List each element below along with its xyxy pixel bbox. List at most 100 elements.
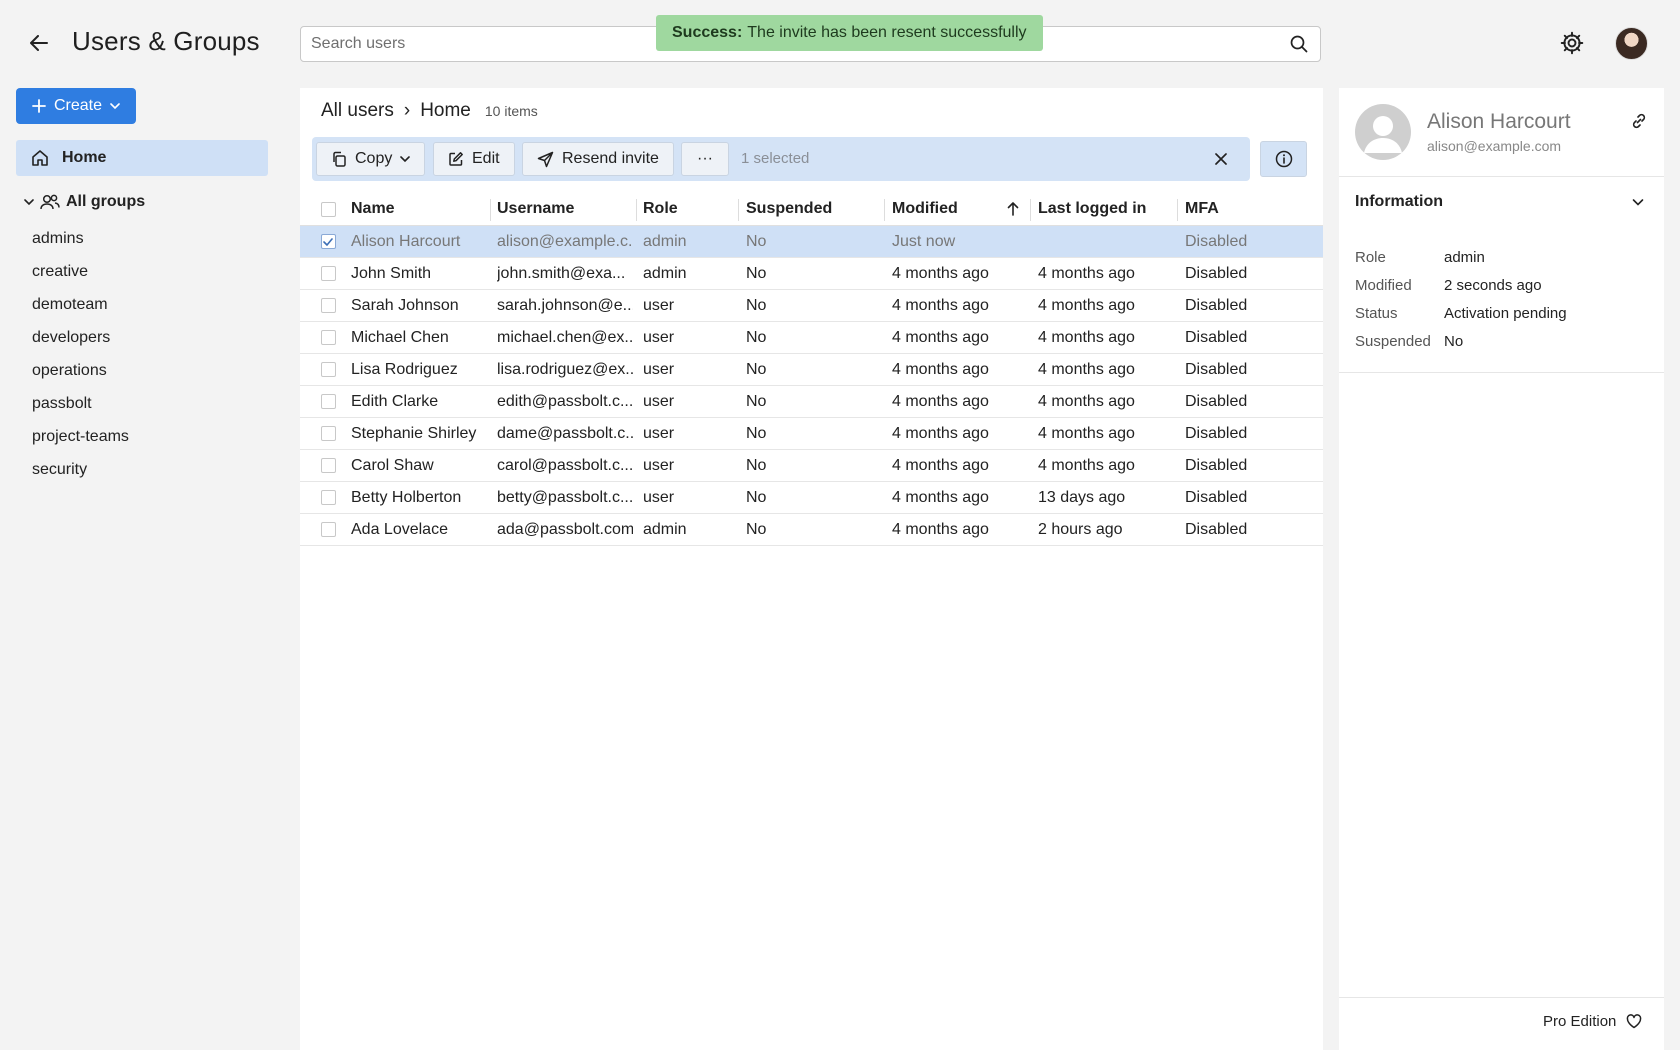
more-icon: ··· (697, 150, 713, 167)
chevron-down-icon (1632, 199, 1644, 206)
row-checkbox[interactable] (320, 458, 336, 473)
sidebar-item-group[interactable]: security (32, 453, 262, 486)
edition-badge[interactable]: Pro Edition (1543, 1013, 1642, 1030)
copy-permalink-button[interactable] (1630, 112, 1650, 132)
info-toggle-button[interactable] (1260, 141, 1307, 177)
cell-last-logged-in: 4 months ago (1038, 456, 1135, 474)
clear-selection-button[interactable] (1210, 148, 1232, 170)
cell-suspended: No (746, 296, 767, 314)
column-header-last-logged-in[interactable]: Last logged in (1038, 193, 1173, 225)
row-checkbox[interactable] (320, 426, 336, 441)
cell-modified: 4 months ago (892, 520, 989, 538)
information-section-title[interactable]: Information (1355, 193, 1443, 211)
home-icon (32, 150, 48, 166)
sidebar-item-group[interactable]: admins (32, 222, 262, 255)
table-row[interactable]: Ada Lovelace ada@passbolt.com admin No 4 mon… (300, 514, 1323, 546)
column-header-username[interactable]: Username (497, 193, 633, 225)
selection-count: 1 selected (741, 150, 810, 167)
chevron-down-icon (110, 103, 120, 110)
create-button[interactable]: Create (16, 88, 136, 124)
select-all-checkbox-cell (318, 193, 338, 225)
more-actions-button[interactable]: ··· (681, 142, 729, 176)
arrow-left-icon (30, 35, 48, 51)
table-row[interactable]: Alison Harcourt alison@example.c... admin N… (300, 226, 1323, 258)
user-avatar[interactable] (1615, 27, 1648, 60)
sidebar-item-group[interactable]: project-teams (32, 420, 262, 453)
column-header-mfa[interactable]: MFA (1185, 193, 1320, 225)
cell-mfa: Disabled (1185, 520, 1248, 538)
info-value: Activation pending (1444, 304, 1567, 322)
sidebar-item-group[interactable]: passbolt (32, 387, 262, 420)
cell-last-logged-in: 4 months ago (1038, 328, 1135, 346)
table-row[interactable]: Lisa Rodriguez lisa.rodriguez@ex... user No… (300, 354, 1323, 386)
edit-icon (449, 152, 463, 166)
cell-role: user (643, 392, 675, 410)
copy-label: Copy (355, 150, 393, 167)
table-row[interactable]: Stephanie Shirley dame@passbolt.c... user N… (300, 418, 1323, 450)
resend-invite-button[interactable]: Resend invite (522, 142, 674, 176)
cell-name: Stephanie Shirley (351, 424, 477, 442)
information-toggle[interactable] (1632, 194, 1650, 212)
sort-ascending-icon (1007, 202, 1019, 216)
sidebar-item-group[interactable]: developers (32, 321, 262, 354)
cell-role: admin (643, 232, 687, 250)
search-icon[interactable] (1288, 33, 1310, 55)
row-checkbox-cell (318, 482, 338, 513)
row-checkbox-cell (318, 226, 338, 257)
settings-button[interactable] (1559, 30, 1585, 56)
item-count: 10 items (484, 103, 538, 119)
sidebar-item-group[interactable]: operations (32, 354, 262, 387)
details-email: alison@example.com (1427, 138, 1562, 154)
cell-role: user (643, 488, 675, 506)
row-checkbox[interactable] (320, 362, 336, 377)
row-checkbox[interactable] (320, 490, 336, 505)
edit-button[interactable]: Edit (433, 142, 515, 176)
cell-modified: 4 months ago (892, 456, 989, 474)
cell-username: alison@example.c... (497, 232, 633, 250)
sidebar-all-groups[interactable]: All groups (24, 190, 145, 214)
breadcrumb-home[interactable]: Home (420, 100, 471, 122)
info-key: Status (1355, 304, 1398, 322)
table-row[interactable]: Michael Chen michael.chen@ex... user No 4 mo… (300, 322, 1323, 354)
cell-mfa: Disabled (1185, 392, 1248, 410)
row-checkbox-cell (318, 514, 338, 545)
sidebar-item-home[interactable]: Home (16, 140, 268, 176)
info-row-suspended: Suspended No (1355, 327, 1655, 355)
table-row[interactable]: Carol Shaw carol@passbolt.c... user No 4 mon… (300, 450, 1323, 482)
row-checkbox[interactable] (320, 330, 336, 345)
column-header-name[interactable]: Name (351, 193, 486, 225)
cell-role: admin (643, 264, 687, 282)
row-checkbox[interactable] (320, 266, 336, 281)
copy-button[interactable]: Copy (316, 142, 426, 176)
sidebar-item-group[interactable]: creative (32, 255, 262, 288)
column-header-suspended[interactable]: Suspended (746, 193, 881, 225)
cell-suspended: No (746, 392, 767, 410)
select-all-checkbox[interactable] (320, 201, 336, 217)
info-value: 2 seconds ago (1444, 276, 1542, 294)
cell-username: michael.chen@ex... (497, 328, 633, 346)
details-name: Alison Harcourt (1427, 110, 1571, 133)
table-row[interactable]: John Smith john.smith@exa... admin No 4 mont… (300, 258, 1323, 290)
cell-name: Betty Holberton (351, 488, 462, 506)
column-header-modified[interactable]: Modified (892, 193, 1027, 225)
table-header: Name Username Role Suspended Modified La… (300, 193, 1323, 226)
table-row[interactable]: Betty Holberton betty@passbolt.c... user No… (300, 482, 1323, 514)
breadcrumb-all-users[interactable]: All users (321, 100, 394, 122)
edition-label: Pro Edition (1543, 1013, 1617, 1030)
column-header-role[interactable]: Role (643, 193, 735, 225)
row-checkbox[interactable] (320, 394, 336, 409)
row-checkbox[interactable] (320, 522, 336, 537)
row-checkbox[interactable] (320, 234, 336, 249)
sidebar-item-group[interactable]: demoteam (32, 288, 262, 321)
table-row[interactable]: Sarah Johnson sarah.johnson@e... user No 4 m… (300, 290, 1323, 322)
all-groups-label: All groups (66, 193, 146, 210)
action-toolbar: Copy Edit Resend invite ··· 1 selected (312, 137, 1250, 181)
page-title: Users & Groups (72, 26, 260, 56)
resend-invite-label: Resend invite (562, 150, 659, 167)
back-button[interactable] (26, 30, 52, 56)
cell-username: dame@passbolt.c... (497, 424, 633, 442)
row-checkbox[interactable] (320, 298, 336, 313)
info-row-role: Role admin (1355, 243, 1655, 271)
table-row[interactable]: Edith Clarke edith@passbolt.c... user No 4 m… (300, 386, 1323, 418)
cell-mfa: Disabled (1185, 488, 1248, 506)
